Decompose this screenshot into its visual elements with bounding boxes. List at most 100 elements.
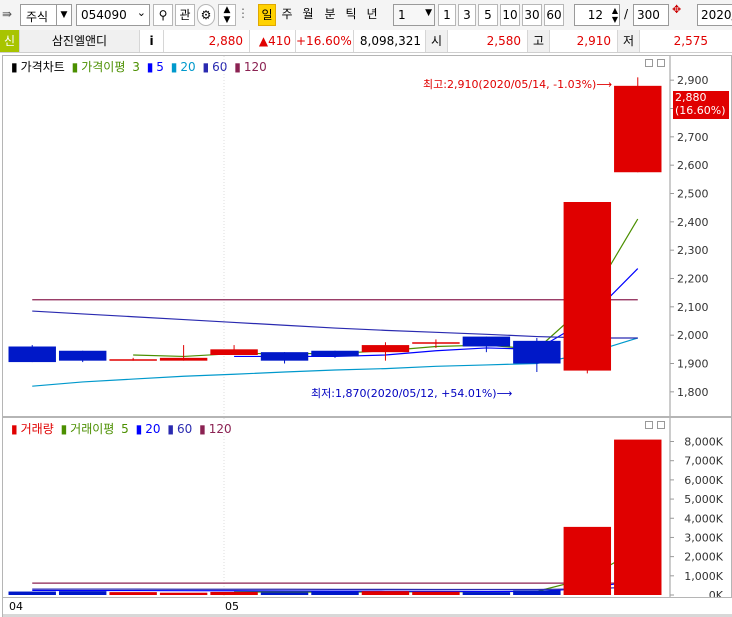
y-tick-label: 1,900 [677,358,709,371]
candle-body [58,350,107,361]
date-input[interactable]: 2020/ [697,4,732,26]
top-toolbar: ⇛ 주식 ▼ 054090 ⌄ ⚲ 관 ⚙ ▲ ▼ ⋮ 일 주 월 분 틱 년 1… [0,0,732,31]
quick-10-button[interactable]: 10 [500,4,520,26]
quick-3-button[interactable]: 3 [458,4,476,26]
period-year-button[interactable]: 년 [363,4,381,26]
candle-body [462,336,511,347]
volume-chart-panel[interactable]: ▮ 거래량 ▮ 거래이평 5 ▮ 20 ▮ 60 ▮ 120 8,000K 7,000K 6,… [2,417,732,598]
high-price: 2,910 [550,30,618,52]
y-tick-label: 2,300 [677,244,709,257]
up-down-icon: ▲ ▼ [223,5,231,25]
ma-line-3 [133,218,639,358]
interval-select[interactable]: 1 ▼ [393,4,435,26]
candle-body [563,202,612,371]
x-axis: 04 05 [2,598,732,617]
volume-bar [614,439,662,595]
ma-line-60 [32,310,638,339]
candle-body [109,359,157,361]
stock-name: 삼진엘앤디 [20,30,140,52]
total-count-input[interactable]: 300 [633,4,669,26]
candle-body [513,340,561,364]
volume-bar [210,591,258,595]
y-tick-label: 2,100 [677,301,709,314]
gear-icon: ⚙ [200,8,212,22]
quick-5-button[interactable]: 5 [478,4,498,26]
period-day-button[interactable]: 일 [258,4,276,26]
y-tick-label: 2,700 [677,131,709,144]
candle-body [8,346,56,363]
x-label-05: 05 [225,600,239,613]
low-label: 저 [618,30,640,52]
y-tick-label: 7,000K [684,455,723,468]
y-tick-label: 3,000K [684,531,723,544]
current-price-tag: 2,880 (16.60%) [673,91,729,119]
candle-body [260,352,309,361]
x-label-04: 04 [9,600,23,613]
dropdown-icon: ▼ [425,8,432,18]
change-rate: +16.60% [296,30,354,52]
stock-code-input[interactable]: 054090 ⌄ [76,4,150,26]
high-annotation: 최고:2,910(2020/05/14, -1.03%)⟶ [423,78,613,91]
volume-bar [462,592,511,595]
y-tick-label: 2,000K [684,551,723,564]
y-tick-label: 5,000K [684,493,723,506]
candle-body [311,350,359,357]
low-annotation: 최저:1,870(2020/05/12, +54.01%)⟶ [311,387,513,400]
current-price: 2,880 [164,30,250,52]
period-tick-button[interactable]: 틱 [342,4,360,26]
y-tick-label: 1,000K [684,570,723,583]
up-down-icon: ▲ ▼ [611,6,618,24]
low-price: 2,575 [673,34,708,48]
volume-bar [109,592,157,595]
volume-bar [563,526,612,595]
y-tick-label: 2,600 [677,159,709,172]
market-select[interactable]: 주식 ▼ [20,4,72,26]
volume-bar [58,591,107,595]
period-week-button[interactable]: 주 [278,4,296,26]
volume-value: 8,098,321 [354,30,426,52]
settings-button[interactable]: ⚙ [197,4,215,26]
dropdown-icon: ▼ [56,5,71,25]
watch-button[interactable]: 관 [175,4,195,26]
open-label: 시 [426,30,448,52]
chevron-down-icon: ⌄ [136,6,146,19]
candle-body [210,349,258,355]
spinner-button[interactable]: ▲ ▼ [218,4,236,26]
open-price: 2,580 [448,30,528,52]
separator-icon: ⋮ [237,6,249,20]
volume-bar [412,591,460,595]
reset-icon[interactable]: ✥ [672,4,692,25]
volume-bar [260,592,309,595]
quick-60-button[interactable]: 60 [544,4,564,26]
quote-bar: 신 삼진엘앤디 i 2,880 ▲410 +16.60% 8,098,321 시… [0,30,732,53]
change-value: ▲410 [250,30,296,52]
volume-bar [8,591,56,595]
search-button[interactable]: ⚲ [153,4,173,26]
y-tick-label: 2,500 [677,188,709,201]
y-tick-label: 4,000K [684,512,723,525]
quick-1-button[interactable]: 1 [438,4,456,26]
volume-bar [361,591,410,595]
y-tick-label: 6,000K [684,474,723,487]
candle-body [159,357,208,361]
period-minute-button[interactable]: 분 [321,4,339,26]
candle-body [412,342,460,344]
candle-body [614,85,662,173]
price-chart-panel[interactable]: ▮가격차트 ▮가격이평 3 ▮5 ▮20 ▮60 ▮120 2,9002,800… [2,55,732,417]
volume-bar [513,590,561,595]
y-tick-label: 2,400 [677,216,709,229]
info-button[interactable]: i [140,30,164,52]
high-label: 고 [528,30,550,52]
y-tick-label: 2,000 [677,329,709,342]
price-chart: 2,9002,8002,7002,6002,5002,4002,3002,200… [8,56,709,416]
search-icon: ⚲ [158,8,168,22]
candle-body [361,345,410,353]
y-tick-label: 2,900 [677,74,709,87]
period-month-button[interactable]: 월 [299,4,317,26]
quick-30-button[interactable]: 30 [522,4,542,26]
y-tick-label: 0K [709,589,724,597]
count-stepper[interactable]: 12 ▲ ▼ [574,4,620,26]
link-arrow-icon[interactable]: ⇛ [2,7,18,21]
status-badge: 신 [0,30,20,52]
volume-bar [159,592,208,595]
